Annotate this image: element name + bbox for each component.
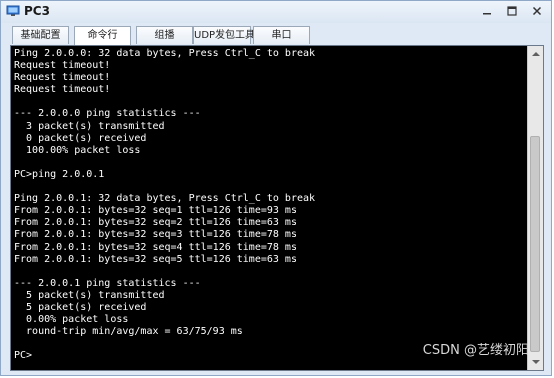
maximize-icon	[507, 6, 517, 16]
tab-command-line[interactable]: 命令行	[74, 26, 131, 46]
tab-serial-port[interactable]: 串口	[253, 26, 310, 44]
vertical-scrollbar[interactable]	[527, 46, 543, 370]
chevron-down-icon	[531, 360, 540, 364]
minimize-button[interactable]	[478, 3, 496, 19]
terminal-line: Ping 2.0.0.1: 32 data bytes, Press Ctrl_…	[14, 193, 316, 205]
title-bar[interactable]: PC3	[1, 1, 551, 23]
close-button[interactable]	[528, 3, 546, 19]
terminal-line: From 2.0.0.1: bytes=32 seq=3 ttl=126 tim…	[14, 229, 297, 241]
tab-udp-tool[interactable]: UDP发包工具	[193, 26, 255, 44]
terminal-line: 5 packet(s) received	[14, 301, 147, 313]
terminal-line: Request timeout!	[14, 84, 111, 96]
scroll-down-button[interactable]	[528, 354, 543, 370]
terminal-line: From 2.0.0.1: bytes=32 seq=2 ttl=126 tim…	[14, 217, 297, 229]
terminal-line: 5 packet(s) transmitted	[14, 289, 165, 301]
terminal-line: PC>ping 2.0.0.1	[14, 168, 105, 180]
terminal-line: From 2.0.0.1: bytes=32 seq=4 ttl=126 tim…	[14, 241, 297, 253]
scroll-up-button[interactable]	[528, 46, 543, 62]
terminal-line: Request timeout!	[14, 60, 111, 72]
close-icon	[532, 6, 542, 16]
minimize-icon	[483, 13, 491, 15]
tab-basic-config[interactable]: 基础配置	[12, 26, 69, 44]
pc-monitor-icon	[6, 5, 20, 16]
terminal-line: From 2.0.0.1: bytes=32 seq=5 ttl=126 tim…	[14, 253, 297, 265]
terminal-line: 100.00% packet loss	[14, 144, 141, 156]
terminal-line: Ping 2.0.0.0: 32 data bytes, Press Ctrl_…	[14, 48, 316, 59]
maximize-button[interactable]	[503, 3, 521, 19]
terminal-line: 3 packet(s) transmitted	[14, 120, 165, 132]
scrollbar-thumb[interactable]	[530, 136, 540, 352]
terminal-panel[interactable]: Ping 2.0.0.0: 32 data bytes, Press Ctrl_…	[10, 45, 544, 371]
terminal-line: round-trip min/avg/max = 63/75/93 ms	[14, 326, 243, 338]
terminal-line: --- 2.0.0.1 ping statistics ---	[14, 277, 201, 289]
chevron-up-icon	[531, 52, 540, 56]
window-title: PC3	[24, 4, 50, 18]
terminal-output[interactable]: Ping 2.0.0.0: 32 data bytes, Press Ctrl_…	[14, 48, 526, 362]
terminal-line: Request timeout!	[14, 72, 111, 84]
terminal-line: --- 2.0.0.0 ping statistics ---	[14, 108, 201, 120]
tab-multicast[interactable]: 组播	[136, 26, 193, 44]
terminal-line: 0.00% packet loss	[14, 314, 129, 326]
terminal-line: 0 packet(s) received	[14, 132, 147, 144]
terminal-line: From 2.0.0.1: bytes=32 seq=1 ttl=126 tim…	[14, 205, 297, 217]
pc3-window: PC3 基础配置 命令行 组播 UDP发包工具 串口 Ping 2.0.0.0:…	[0, 0, 552, 376]
watermark: CSDN @艺缕初阳	[422, 343, 529, 358]
